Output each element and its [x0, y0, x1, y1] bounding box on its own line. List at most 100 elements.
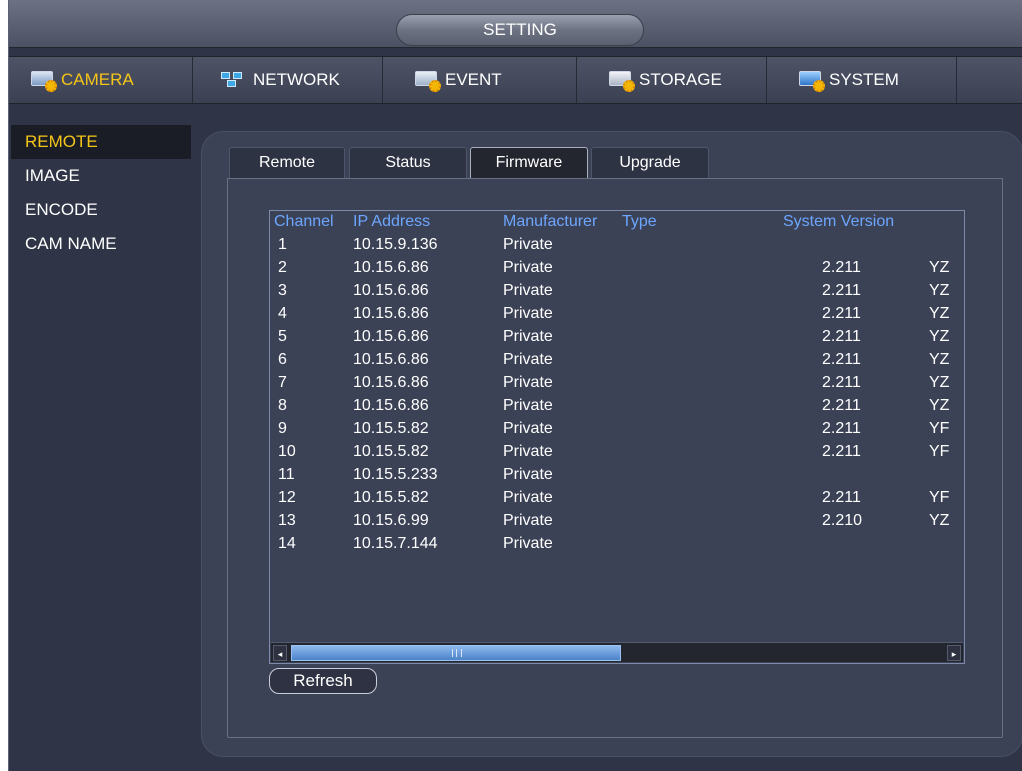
tab-event[interactable]: EVENT	[397, 57, 577, 103]
cell-ip: 10.15.6.99	[353, 512, 429, 529]
cell-version: 2.211	[822, 282, 861, 299]
table-row[interactable]: 13 10.15.6.99 Private 2.210 YZ	[270, 511, 964, 534]
scroll-thumb[interactable]	[291, 645, 621, 661]
table-row[interactable]: 10 10.15.5.82 Private 2.211 YF	[270, 442, 964, 465]
cell-ip: 10.15.5.82	[353, 443, 429, 460]
scroll-grip-icon	[452, 649, 462, 657]
storage-icon	[607, 68, 635, 92]
cell-version: 2.211	[822, 351, 861, 368]
refresh-button[interactable]: Refresh	[269, 668, 377, 694]
table-row[interactable]: 5 10.15.6.86 Private 2.211 YZ	[270, 327, 964, 350]
table-row[interactable]: 6 10.15.6.86 Private 2.211 YZ	[270, 350, 964, 373]
cell-channel: 13	[278, 512, 296, 529]
cell-version: 2.211	[822, 305, 861, 322]
cell-ip: 10.15.7.144	[353, 535, 438, 552]
side-item-encode[interactable]: ENCODE	[11, 193, 191, 227]
table-row[interactable]: 7 10.15.6.86 Private 2.211 YZ	[270, 373, 964, 396]
cell-version: 2.211	[822, 397, 861, 414]
cell-ip: 10.15.6.86	[353, 282, 429, 299]
cell-version: 2.211	[822, 259, 861, 276]
cell-channel: 8	[278, 397, 287, 414]
table-row[interactable]: 8 10.15.6.86 Private 2.211 YZ	[270, 396, 964, 419]
scroll-right-arrow[interactable]: ▸	[947, 645, 961, 661]
col-header-manufacturer[interactable]: Manufacturer	[503, 213, 597, 231]
cell-ip: 10.15.6.86	[353, 397, 429, 414]
cell-version: 2.211	[822, 374, 861, 391]
cell-extra: YF	[929, 489, 950, 506]
cell-ip: 10.15.6.86	[353, 328, 429, 345]
tab-storage-label: STORAGE	[639, 70, 722, 89]
col-header-system-version[interactable]: System Version	[783, 213, 894, 231]
table-row[interactable]: 12 10.15.5.82 Private 2.211 YF	[270, 488, 964, 511]
cell-channel: 7	[278, 374, 287, 391]
cell-extra: YF	[929, 443, 950, 460]
col-header-ip-address[interactable]: IP Address	[353, 213, 430, 231]
table-row[interactable]: 9 10.15.5.82 Private 2.211 YF	[270, 419, 964, 442]
cell-extra: YF	[929, 420, 950, 437]
cell-extra: YZ	[929, 328, 950, 345]
camera-settings-icon	[29, 68, 57, 92]
cell-extra: YZ	[929, 259, 950, 276]
cell-manufacturer: Private	[503, 443, 553, 460]
firmware-tab-body: Channel IP Address Manufacturer Type Sys…	[227, 178, 1003, 738]
cell-ip: 10.15.5.233	[353, 466, 438, 483]
cell-manufacturer: Private	[503, 328, 553, 345]
event-icon	[413, 68, 441, 92]
cell-ip: 10.15.6.86	[353, 259, 429, 276]
cell-extra: YZ	[929, 512, 950, 529]
tab-network[interactable]: NETWORK	[207, 57, 383, 103]
cell-manufacturer: Private	[503, 420, 553, 437]
cell-extra: YZ	[929, 351, 950, 368]
scroll-left-arrow[interactable]: ◂	[273, 645, 287, 661]
title-bar: SETTING	[9, 0, 1022, 48]
cell-manufacturer: Private	[503, 535, 553, 552]
system-icon	[797, 68, 825, 92]
table-row[interactable]: 1 10.15.9.136 Private	[270, 235, 964, 258]
cell-manufacturer: Private	[503, 259, 553, 276]
subtab-status[interactable]: Status	[349, 147, 467, 179]
cell-ip: 10.15.5.82	[353, 489, 429, 506]
cell-version: 2.211	[822, 328, 861, 345]
cell-ip: 10.15.9.136	[353, 236, 438, 253]
table-row[interactable]: 14 10.15.7.144 Private	[270, 534, 964, 557]
side-item-remote[interactable]: REMOTE	[11, 125, 191, 159]
subtab-upgrade[interactable]: Upgrade	[591, 147, 709, 179]
content-panel: Remote Status Firmware Upgrade Channel I…	[201, 131, 1022, 757]
horizontal-scrollbar[interactable]: ◂ ▸	[271, 642, 963, 662]
tab-event-label: EVENT	[445, 70, 502, 89]
col-header-type[interactable]: Type	[622, 213, 657, 231]
tab-system-label: SYSTEM	[829, 70, 899, 89]
cell-channel: 2	[278, 259, 287, 276]
cell-manufacturer: Private	[503, 397, 553, 414]
cell-extra: YZ	[929, 397, 950, 414]
cell-manufacturer: Private	[503, 489, 553, 506]
cell-manufacturer: Private	[503, 236, 553, 253]
firmware-table: Channel IP Address Manufacturer Type Sys…	[269, 210, 965, 664]
table-row[interactable]: 3 10.15.6.86 Private 2.211 YZ	[270, 281, 964, 304]
tab-camera[interactable]: CAMERA	[9, 57, 193, 103]
side-item-cam-name[interactable]: CAM NAME	[11, 227, 191, 261]
tab-system[interactable]: SYSTEM	[781, 57, 957, 103]
cell-version: 2.211	[822, 420, 861, 437]
table-row[interactable]: 2 10.15.6.86 Private 2.211 YZ	[270, 258, 964, 281]
cell-channel: 11	[278, 466, 295, 483]
side-item-image[interactable]: IMAGE	[11, 159, 191, 193]
tab-storage[interactable]: STORAGE	[591, 57, 767, 103]
subtab-firmware[interactable]: Firmware	[470, 147, 588, 179]
col-header-channel[interactable]: Channel	[274, 213, 334, 231]
cell-ip: 10.15.5.82	[353, 420, 429, 437]
subtab-remote[interactable]: Remote	[229, 147, 345, 179]
table-header: Channel IP Address Manufacturer Type Sys…	[270, 211, 964, 233]
cell-extra: YZ	[929, 305, 950, 322]
cell-manufacturer: Private	[503, 466, 553, 483]
cell-version: 2.211	[822, 489, 861, 506]
tab-camera-label: CAMERA	[61, 70, 134, 89]
cell-extra: YZ	[929, 374, 950, 391]
cell-manufacturer: Private	[503, 374, 553, 391]
cell-manufacturer: Private	[503, 305, 553, 322]
main-tab-bar: CAMERA NETWORK EVENT STORAGE SYSTEM	[9, 56, 1022, 104]
table-row[interactable]: 11 10.15.5.233 Private	[270, 465, 964, 488]
table-row[interactable]: 4 10.15.6.86 Private 2.211 YZ	[270, 304, 964, 327]
cell-channel: 14	[278, 535, 296, 552]
cell-ip: 10.15.6.86	[353, 351, 429, 368]
